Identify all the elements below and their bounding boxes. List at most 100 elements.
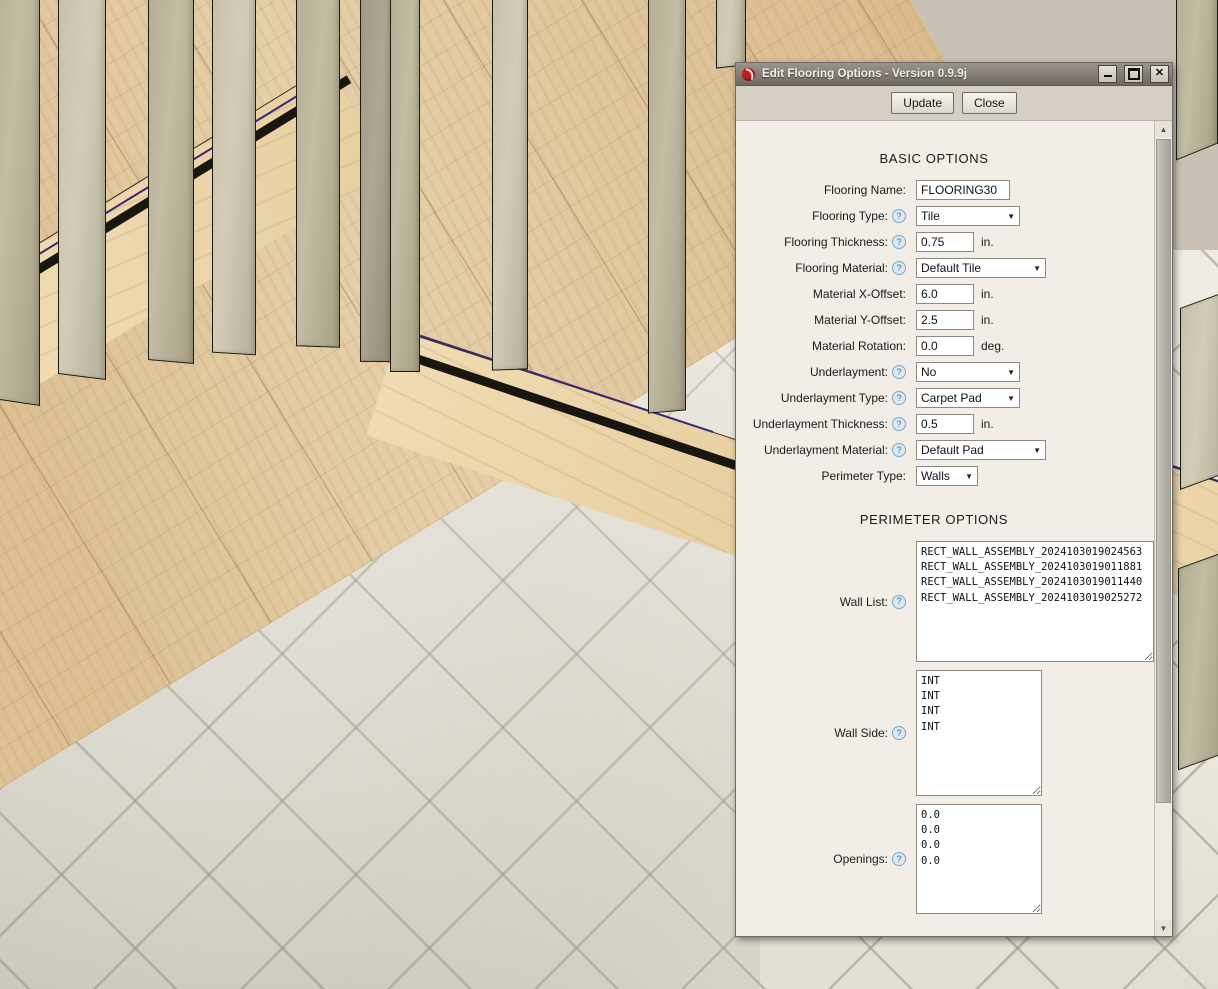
openings-label: Openings: <box>833 852 888 866</box>
underlayment-label-group: Underlayment: ? <box>744 365 916 379</box>
underlayment-type-select[interactable]: Carpet Pad <box>916 388 1020 408</box>
openings-help-icon[interactable]: ? <box>892 852 906 866</box>
underlayment-thickness-input[interactable] <box>916 414 974 434</box>
underlayment-thickness-unit: in. <box>981 417 994 431</box>
flooring-name-input[interactable] <box>916 180 1010 200</box>
edit-flooring-options-dialog[interactable]: Edit Flooring Options - Version 0.9.9j ✕… <box>735 62 1173 937</box>
underlayment-type-help-icon[interactable]: ? <box>892 391 906 405</box>
underlayment-material-select-wrap: Default Pad ▼ <box>916 440 1046 460</box>
flooring-type-help-icon[interactable]: ? <box>892 209 906 223</box>
wall-stud-8 <box>492 0 528 371</box>
flooring-thickness-unit: in. <box>981 235 994 249</box>
wall-side-label-group: Wall Side: ? <box>744 726 916 740</box>
field-row-perimeter-type: Perimeter Type: Walls ▼ <box>736 466 1154 486</box>
material-x-offset-input[interactable] <box>916 284 974 304</box>
wall-list-help-icon[interactable]: ? <box>892 594 906 609</box>
field-row-material-x-offset: Material X-Offset: in. <box>736 284 1154 304</box>
material-y-offset-unit: in. <box>981 313 994 327</box>
update-button[interactable]: Update <box>891 92 954 114</box>
underlayment-material-select[interactable]: Default Pad <box>916 440 1046 460</box>
underlayment-help-icon[interactable]: ? <box>892 365 906 379</box>
wall-stud-13 <box>1178 551 1218 771</box>
field-row-wall-list: Wall List: ? <box>736 541 1154 662</box>
openings-label-group: Openings: ? <box>744 852 916 866</box>
flooring-type-select-wrap: Tile ▼ <box>916 206 1020 226</box>
material-y-offset-label: Material Y-Offset: <box>814 313 906 327</box>
field-row-flooring-name: Flooring Name: <box>736 180 1154 200</box>
wall-stud-12 <box>1180 291 1218 491</box>
minimize-button[interactable] <box>1098 65 1117 83</box>
flooring-name-label: Flooring Name: <box>823 183 906 197</box>
material-rotation-unit: deg. <box>981 339 1005 353</box>
field-row-material-rotation: Material Rotation: deg. <box>736 336 1154 356</box>
perimeter-options-heading: PERIMETER OPTIONS <box>859 512 1009 527</box>
basic-options-heading: BASIC OPTIONS <box>879 151 989 166</box>
close-button[interactable]: Close <box>962 92 1017 114</box>
wall-stud-3 <box>148 0 194 365</box>
flooring-material-select[interactable]: Default Tile <box>916 258 1046 278</box>
maximize-button[interactable] <box>1124 65 1143 83</box>
field-row-flooring-type: Flooring Type: ? Tile ▼ <box>736 206 1154 226</box>
field-row-flooring-thickness: Flooring Thickness: ? in. <box>736 232 1154 252</box>
underlayment-type-label: Underlayment Type: <box>780 391 888 405</box>
app-logo-icon <box>741 67 756 82</box>
field-row-underlayment-material: Underlayment Material: ? Default Pad ▼ <box>736 440 1154 460</box>
field-row-underlayment-type: Underlayment Type: ? Carpet Pad ▼ <box>736 388 1154 408</box>
flooring-thickness-help-icon[interactable]: ? <box>892 235 906 249</box>
dialog-content-area: BASIC OPTIONS Flooring Name: Flooring Ty… <box>736 121 1154 936</box>
underlayment-type-select-wrap: Carpet Pad ▼ <box>916 388 1020 408</box>
close-window-button[interactable]: ✕ <box>1150 65 1169 83</box>
wall-side-help-icon[interactable]: ? <box>892 726 906 740</box>
flooring-material-select-wrap: Default Tile ▼ <box>916 258 1046 278</box>
underlayment-thickness-label: Underlayment Thickness: <box>752 417 888 431</box>
wall-stud-5 <box>296 0 340 348</box>
field-row-wall-side: Wall Side: ? <box>736 670 1154 796</box>
underlayment-thickness-label-group: Underlayment Thickness: ? <box>744 417 916 431</box>
flooring-material-label-group: Flooring Material: ? <box>744 261 916 275</box>
field-row-underlayment: Underlayment: ? No ▼ <box>736 362 1154 382</box>
wall-side-label: Wall Side: <box>834 726 888 740</box>
dialog-vertical-scrollbar[interactable]: ▲ ▼ <box>1154 121 1172 936</box>
perimeter-type-select-wrap: Walls ▼ <box>916 466 978 486</box>
field-row-underlayment-thickness: Underlayment Thickness: ? in. <box>736 414 1154 434</box>
scroll-down-button[interactable]: ▼ <box>1155 920 1172 936</box>
underlayment-thickness-help-icon[interactable]: ? <box>892 417 906 431</box>
underlayment-type-label-group: Underlayment Type: ? <box>744 391 916 405</box>
material-y-offset-input[interactable] <box>916 310 974 330</box>
scroll-up-button[interactable]: ▲ <box>1155 121 1172 137</box>
material-x-offset-label: Material X-Offset: <box>812 287 906 301</box>
flooring-thickness-label-group: Flooring Thickness: ? <box>744 235 916 249</box>
material-rotation-input[interactable] <box>916 336 974 356</box>
scrollbar-track[interactable] <box>1155 137 1172 920</box>
flooring-type-label: Flooring Type: <box>812 209 888 223</box>
flooring-material-label: Flooring Material: <box>795 261 888 275</box>
wall-stud-7-corner <box>390 0 420 372</box>
underlayment-select[interactable]: No <box>916 362 1020 382</box>
wall-list-textarea[interactable] <box>916 541 1154 662</box>
underlayment-material-label-group: Underlayment Material: ? <box>744 443 916 457</box>
wall-side-textarea[interactable] <box>916 670 1042 796</box>
underlayment-select-wrap: No ▼ <box>916 362 1020 382</box>
scrollbar-thumb[interactable] <box>1156 139 1171 803</box>
dialog-title: Edit Flooring Options - Version 0.9.9j <box>762 68 968 80</box>
field-row-flooring-material: Flooring Material: ? Default Tile ▼ <box>736 258 1154 278</box>
underlayment-label: Underlayment: <box>809 365 888 379</box>
flooring-thickness-input[interactable] <box>916 232 974 252</box>
flooring-type-label-group: Flooring Type: ? <box>744 209 916 223</box>
field-row-openings: Openings: ? <box>736 804 1154 914</box>
wall-stud-6 <box>360 0 392 363</box>
wall-list-label: Wall List: <box>839 594 888 609</box>
material-rotation-label: Material Rotation: <box>811 339 906 353</box>
field-row-material-y-offset: Material Y-Offset: in. <box>736 310 1154 330</box>
underlayment-material-help-icon[interactable]: ? <box>892 443 906 457</box>
perimeter-type-label: Perimeter Type: <box>821 469 906 483</box>
dialog-title-bar[interactable]: Edit Flooring Options - Version 0.9.9j ✕ <box>736 63 1172 86</box>
wall-stud-10 <box>716 0 746 69</box>
material-x-offset-unit: in. <box>981 287 994 301</box>
openings-textarea[interactable] <box>916 804 1042 914</box>
flooring-type-select[interactable]: Tile <box>916 206 1020 226</box>
flooring-material-help-icon[interactable]: ? <box>892 261 906 275</box>
perimeter-type-select[interactable]: Walls <box>916 466 978 486</box>
underlayment-material-label: Underlayment Material: <box>763 443 888 457</box>
wall-stud-9 <box>648 0 686 414</box>
